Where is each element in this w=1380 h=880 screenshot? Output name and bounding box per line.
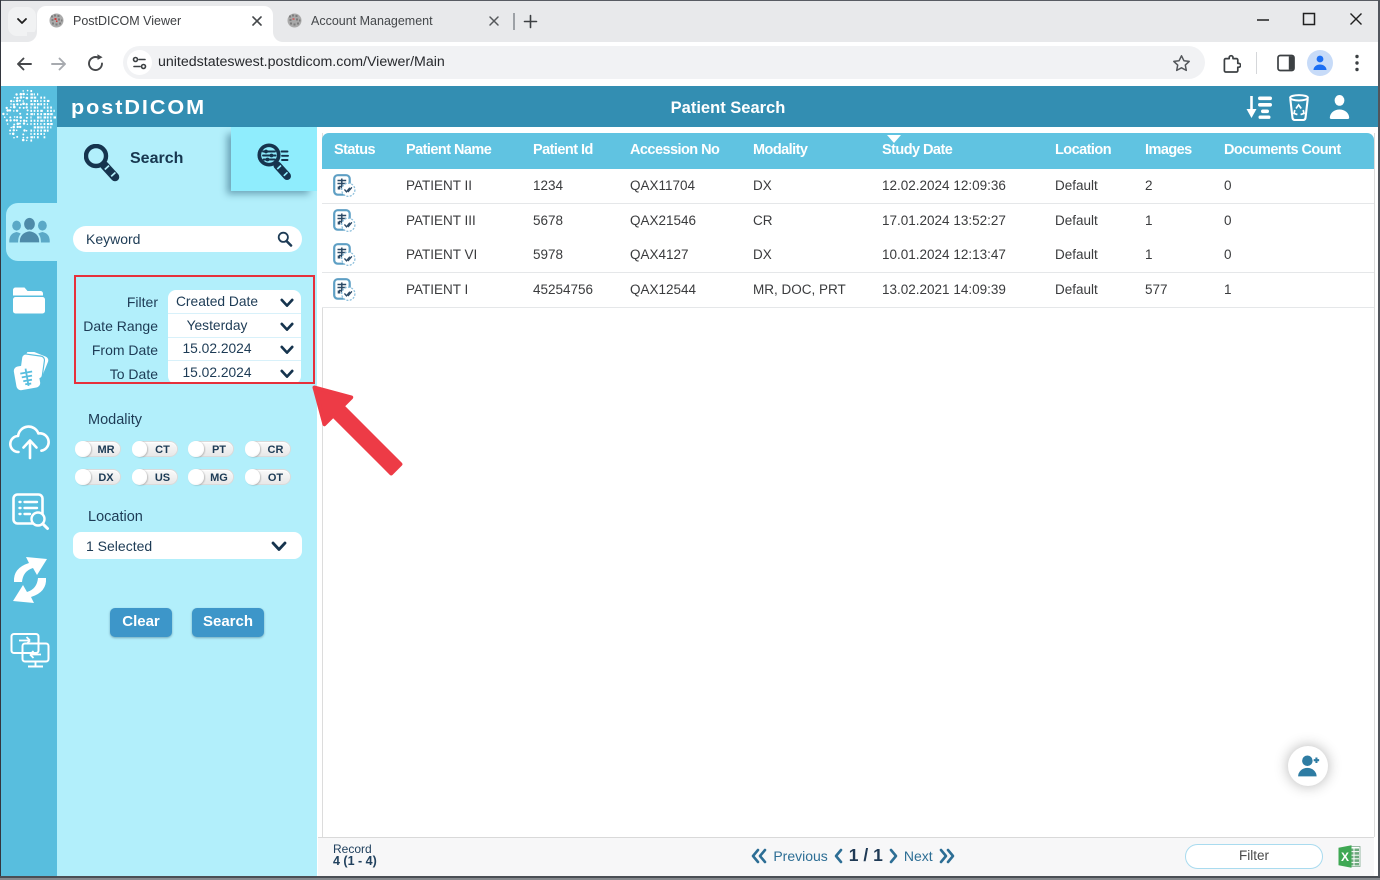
svg-text:X: X xyxy=(1341,850,1349,864)
